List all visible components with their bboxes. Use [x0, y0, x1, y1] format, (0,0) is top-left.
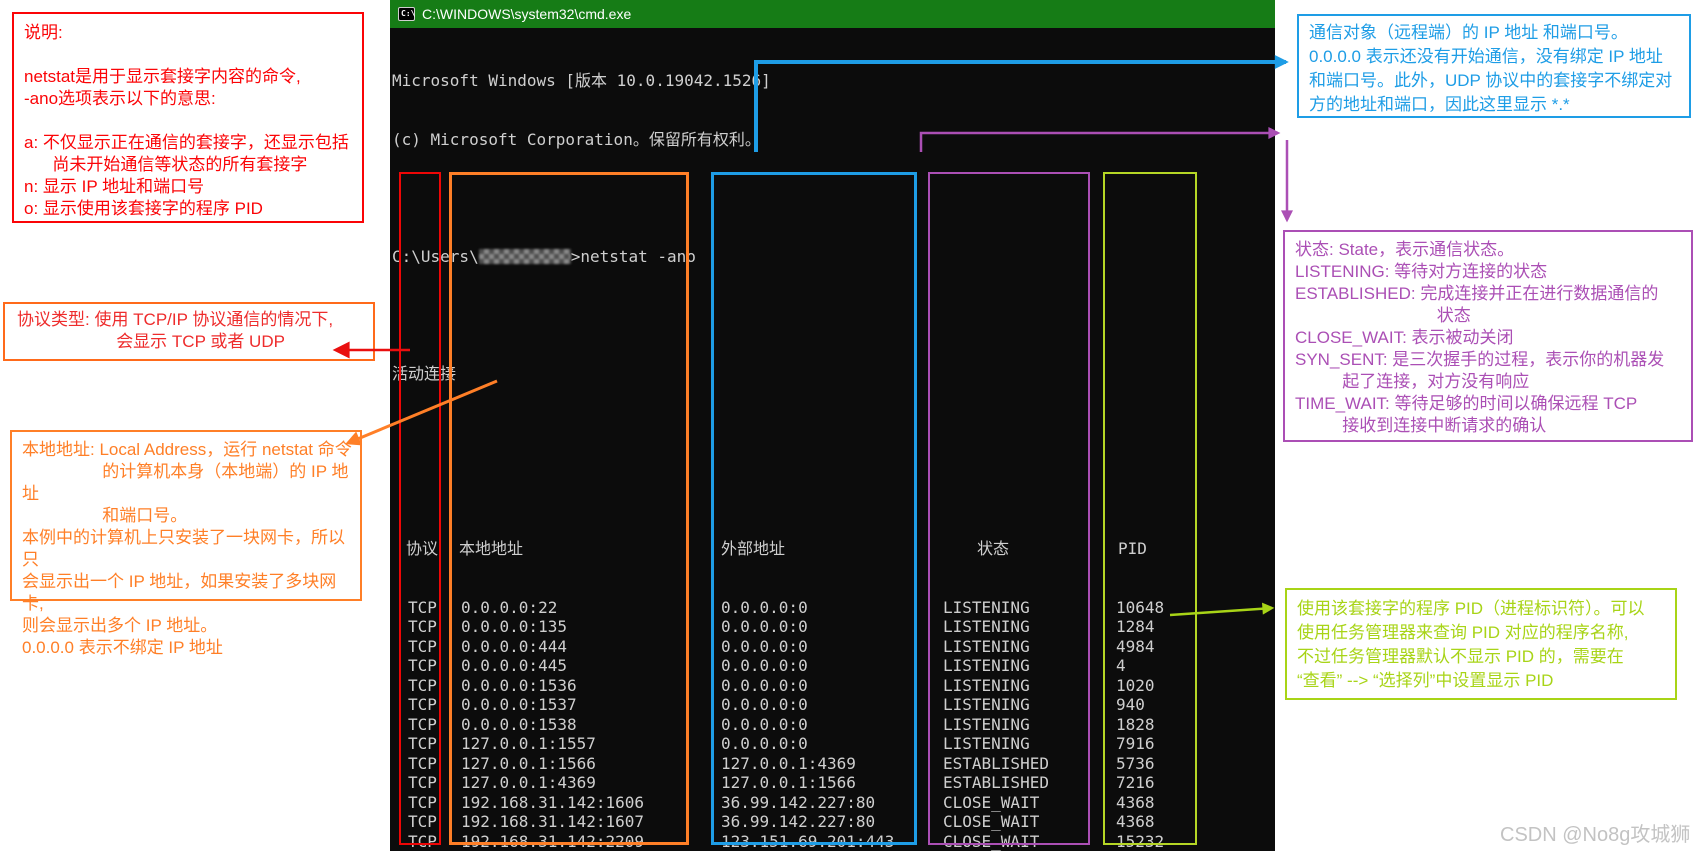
- cmd-icon: C:\: [398, 7, 415, 21]
- annotation-text: 说明: netstat是用于显示套接字内容的命令, -ano选项表示以下的意思:…: [24, 23, 349, 218]
- banner-line: (c) Microsoft Corporation。保留所有权利。: [392, 129, 761, 149]
- cmd-titlebar[interactable]: C:\ C:\WINDOWS\system32\cmd.exe: [390, 0, 1275, 28]
- banner-line: Microsoft Windows [版本 10.0.19042.1526]: [392, 71, 771, 90]
- annotation-text: 状态: State，表示通信状态。 LISTENING: 等待对方连接的状态 E…: [1295, 240, 1665, 435]
- local-address-column-highlight: [449, 172, 689, 845]
- csdn-watermark: CSDN @No8g攻城狮: [1500, 824, 1691, 846]
- pid-column-highlight: [1103, 172, 1197, 845]
- foreign-address-column-highlight: [711, 172, 917, 845]
- protocol-type-annotation: 协议类型: 使用 TCP/IP 协议通信的情况下, 会显示 TCP 或者 UDP: [3, 302, 375, 361]
- annotation-text: 通信对象（远程端）的 IP 地址 和端口号。 0.0.0.0 表示还没有开始通信…: [1309, 23, 1673, 114]
- annotation-text: 协议类型: 使用 TCP/IP 协议通信的情况下, 会显示 TCP 或者 UDP: [17, 310, 334, 351]
- screenshot-page: C:\ C:\WINDOWS\system32\cmd.exe Microsof…: [0, 0, 1704, 851]
- window-title: C:\WINDOWS\system32\cmd.exe: [422, 6, 632, 22]
- state-annotation: 状态: State，表示通信状态。 LISTENING: 等待对方连接的状态 E…: [1283, 230, 1693, 442]
- protocol-column-highlight: [399, 172, 441, 845]
- netstat-note-annotation: 说明: netstat是用于显示套接字内容的命令, -ano选项表示以下的意思:…: [12, 12, 364, 223]
- annotation-text: 使用该套接字的程序 PID（进程标识符）。可以 使用任务管理器来查询 PID 对…: [1297, 599, 1645, 690]
- annotation-text: 本地地址: Local Address，运行 netstat 命令 的计算机本身…: [22, 440, 352, 657]
- local-address-annotation: 本地地址: Local Address，运行 netstat 命令 的计算机本身…: [10, 430, 362, 657]
- pid-annotation: 使用该套接字的程序 PID（进程标识符）。可以 使用任务管理器来查询 PID 对…: [1285, 588, 1677, 700]
- state-column-highlight: [928, 172, 1090, 845]
- foreign-address-annotation: 通信对象（远程端）的 IP 地址 和端口号。 0.0.0.0 表示还没有开始通信…: [1297, 14, 1691, 118]
